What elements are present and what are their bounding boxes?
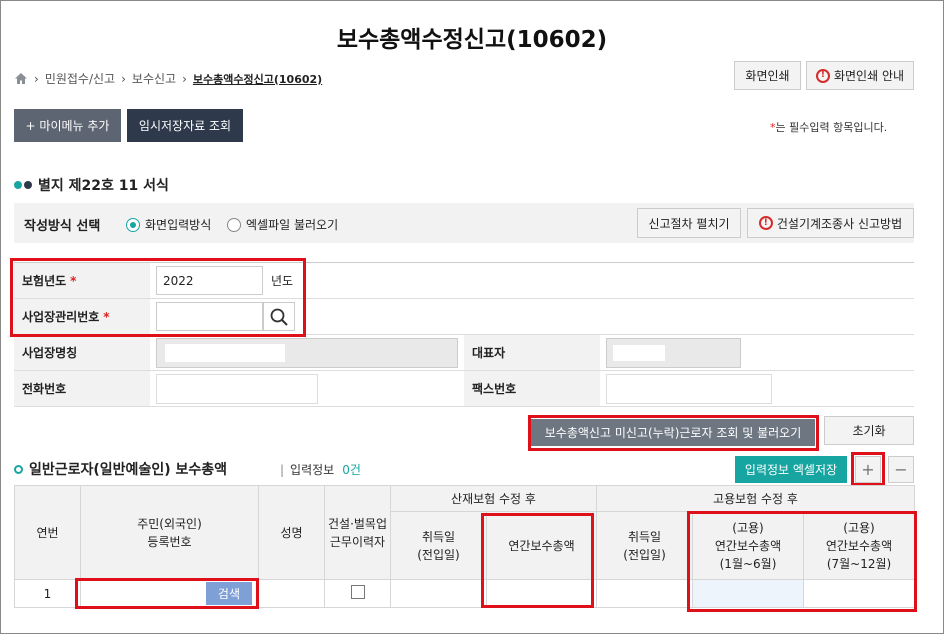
fax-label: 팩스번호	[464, 371, 600, 406]
highlight-box	[528, 415, 819, 451]
biz-name-row: 사업장명칭 대표자	[14, 335, 914, 371]
warning-icon: !	[758, 216, 773, 230]
radio-screen-input[interactable]: 화면입력방식	[126, 216, 211, 233]
add-my-menu-button[interactable]: + 마이메뉴 추가	[14, 109, 121, 142]
goyong-acq-cell[interactable]	[596, 579, 694, 608]
breadcrumb-current[interactable]: 보수총액수정신고(10602)	[193, 71, 322, 87]
chevron-right-icon: ›	[121, 71, 126, 86]
highlight-box	[851, 452, 885, 486]
breadcrumb: › 민원접수/신고 › 보수신고 › 보수총액수정신고(10602)	[14, 70, 322, 87]
biz-name-label: 사업장명칭	[14, 335, 150, 370]
construction-cell	[324, 579, 391, 608]
construction-guide-button[interactable]: ! 건설기계조종사 신고방법	[747, 208, 914, 238]
rep-field	[606, 338, 741, 368]
form-section-title: 별지 제22호 11 서식	[14, 175, 169, 195]
breadcrumb-item[interactable]: 보수신고	[132, 70, 176, 87]
procedure-expand-button[interactable]: 신고절차 펼치기	[637, 208, 741, 238]
highlight-box	[687, 511, 917, 612]
radio-unchecked-icon	[227, 217, 241, 232]
construction-checkbox[interactable]	[350, 585, 365, 599]
col-header-goyong-group: 고용보험 수정 후	[596, 485, 916, 512]
col-header-name: 성명	[258, 485, 325, 580]
breadcrumb-item[interactable]: 민원접수/신고	[45, 70, 115, 87]
print-button[interactable]: 화면인쇄	[734, 61, 801, 90]
biz-name-field	[156, 338, 458, 368]
minus-icon: −	[894, 460, 908, 479]
highlight-box	[481, 513, 594, 608]
rep-label: 대표자	[464, 335, 600, 370]
radio-excel-import[interactable]: 엑셀파일 불러오기	[227, 216, 338, 233]
phone-label: 전화번호	[14, 371, 150, 406]
bullet-ring-icon	[14, 464, 23, 474]
temp-saved-view-button[interactable]: 임시저장자료 조회	[127, 109, 243, 142]
workers-section-title: 일반근로자(일반예술인) 보수총액	[14, 459, 227, 479]
method-label: 작성방식 선택	[24, 219, 101, 234]
reset-button[interactable]: 초기화	[824, 416, 914, 445]
fax-field	[606, 374, 772, 404]
col-header-goyong-acq: 취득일 (전입일)	[596, 511, 694, 580]
warning-icon: !	[815, 68, 830, 83]
workers-count: 0건	[342, 463, 361, 477]
col-header-rrn: 주민(외국인) 등록번호	[80, 485, 259, 580]
phone-row: 전화번호 팩스번호	[14, 371, 914, 407]
remove-row-button[interactable]: −	[888, 456, 914, 483]
excel-save-button[interactable]: 입력정보 엑셀저장	[735, 456, 847, 483]
bullet-dots-icon	[14, 181, 32, 189]
chevron-right-icon: ›	[34, 71, 39, 86]
name-cell[interactable]	[258, 579, 325, 608]
highlight-box	[10, 258, 306, 337]
home-icon[interactable]	[14, 72, 28, 85]
highlight-box	[75, 578, 259, 609]
required-note: *는 필수입력 항목입니다.	[770, 121, 888, 134]
col-header-sanjae-acq: 취득일 (전입일)	[390, 511, 487, 580]
workers-input-info: | 입력정보 0건	[280, 463, 361, 477]
phone-field	[156, 374, 318, 404]
page-title: 보수총액수정신고(10602)	[336, 27, 608, 53]
col-header-sanjae-group: 산재보험 수정 후	[389, 485, 598, 512]
chevron-right-icon: ›	[182, 71, 187, 86]
method-row: 작성방식 선택 화면입력방식 엑셀파일 불러오기 신고절차 펼치기 ! 건설기계조…	[14, 203, 914, 243]
col-header-no: 연번	[14, 485, 81, 580]
col-header-construction: 건설·벌목업 근무이력자	[324, 485, 391, 580]
print-guide-button[interactable]: ! 화면인쇄 안내	[806, 61, 914, 90]
sanjae-acq-cell[interactable]	[390, 579, 487, 608]
radio-checked-icon	[126, 217, 140, 232]
row-no: 1	[14, 579, 81, 608]
